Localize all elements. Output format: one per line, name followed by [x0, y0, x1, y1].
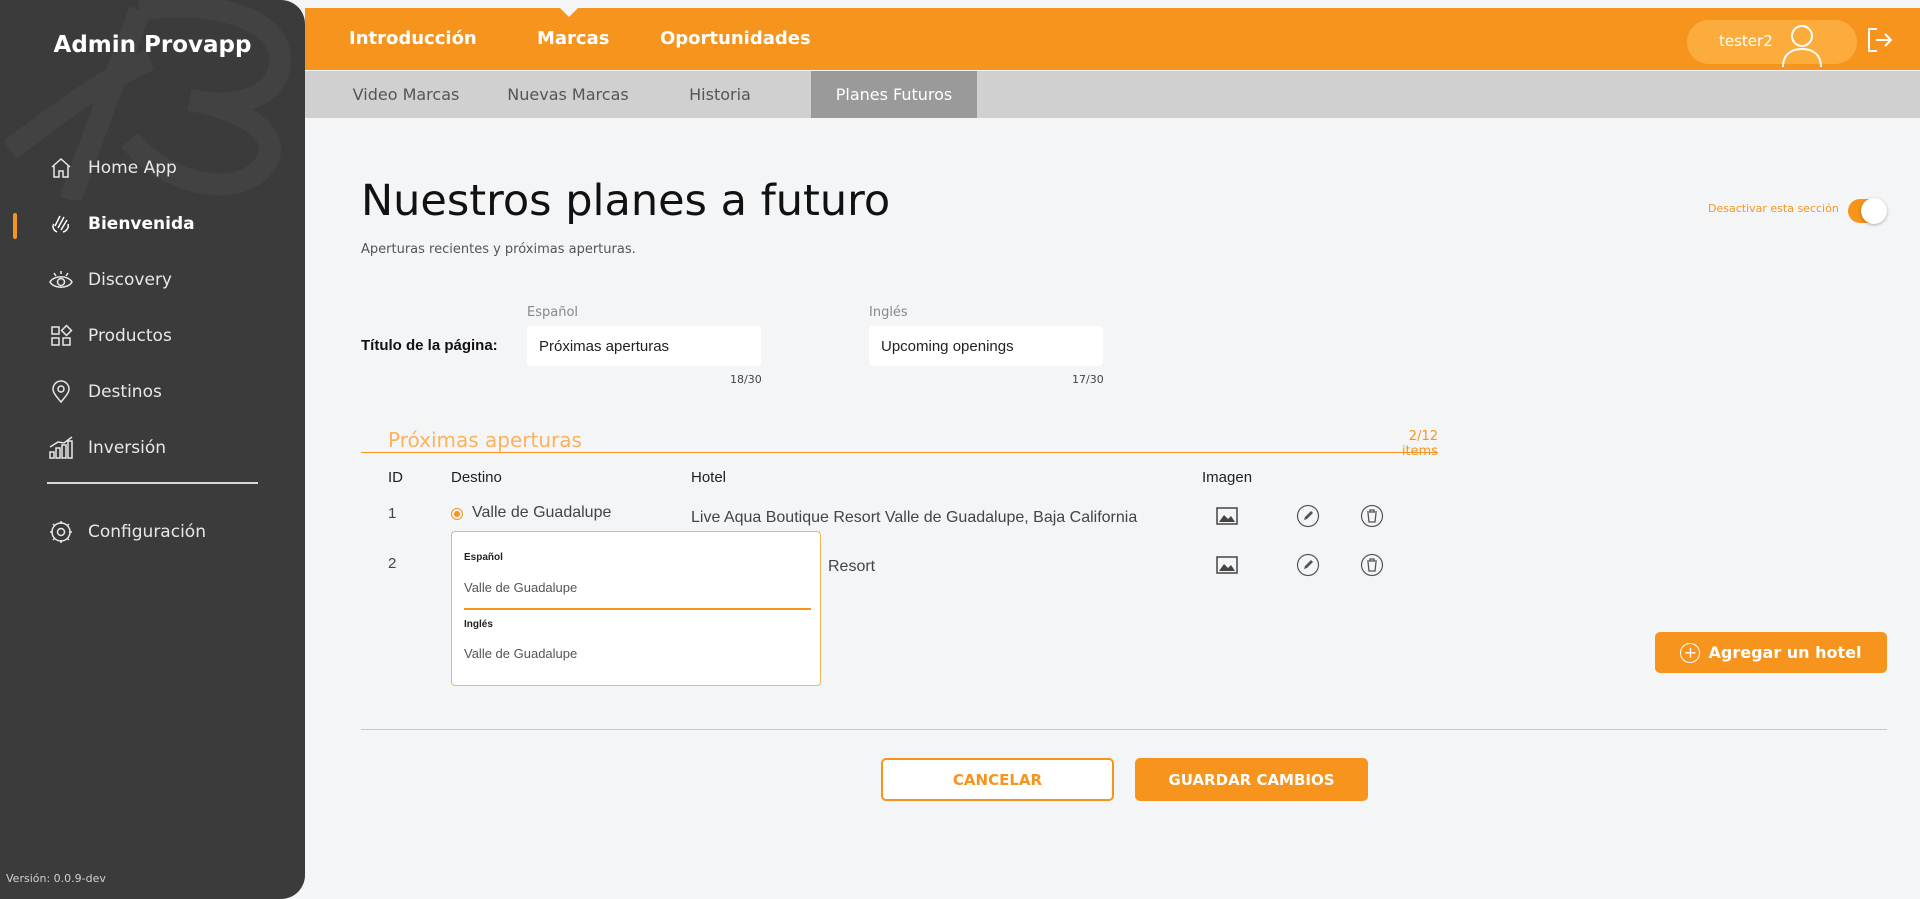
sidebar-item-destinos[interactable]: Destinos	[0, 364, 305, 420]
waving-hand-icon	[48, 211, 74, 237]
sidebar: Admin Provapp Home App Bienvenida Discov…	[0, 0, 305, 899]
home-icon	[48, 155, 74, 181]
logout-icon[interactable]	[1865, 26, 1893, 54]
popover-english-value[interactable]: Valle de Guadalupe	[464, 646, 577, 661]
spanish-char-counter: 18/30	[730, 373, 762, 386]
subtab-planes-futuros[interactable]: Planes Futuros	[811, 71, 977, 118]
spanish-label: Español	[527, 305, 579, 320]
section-divider	[361, 452, 1438, 453]
sidebar-item-label: Productos	[88, 326, 172, 346]
gear-icon	[48, 519, 74, 545]
sub-navbar: Video Marcas Nuevas Marcas Historia Plan…	[305, 71, 1920, 118]
delete-icon[interactable]	[1360, 553, 1384, 577]
row-hotel: Live Aqua Boutique Resort Valle de Guada…	[691, 509, 1138, 526]
cancel-button[interactable]: CANCELAR	[881, 758, 1114, 801]
row-destino[interactable]: Valle de Guadalupe	[472, 504, 611, 522]
delete-icon[interactable]	[1360, 504, 1384, 528]
row-hotel: Resort	[828, 558, 876, 575]
sidebar-item-bienvenida[interactable]: Bienvenida	[0, 196, 305, 252]
spanish-title-input[interactable]	[527, 326, 761, 366]
items-count: 2/12 items	[1401, 429, 1438, 459]
sidebar-item-label: Home App	[88, 158, 177, 178]
english-label: Inglés	[869, 305, 908, 320]
page-subtitle: Aperturas recientes y próximas aperturas…	[361, 242, 636, 257]
tab-introduccion[interactable]: Introducción	[349, 8, 477, 70]
bar-chart-icon	[48, 435, 74, 461]
destino-translation-popover: Español Valle de Guadalupe Inglés Valle …	[451, 531, 821, 686]
edit-icon[interactable]	[1296, 553, 1320, 577]
user-avatar-icon	[1782, 25, 1822, 67]
column-header-hotel: Hotel	[691, 469, 727, 486]
sidebar-divider	[47, 482, 258, 484]
footer-divider	[361, 729, 1887, 730]
subtab-historia[interactable]: Historia	[665, 71, 775, 118]
add-hotel-button[interactable]: + Agregar un hotel	[1655, 632, 1887, 673]
sidebar-item-label: Inversión	[88, 438, 167, 458]
sidebar-item-label: Bienvenida	[88, 214, 195, 234]
sidebar-item-configuracion[interactable]: Configuración	[0, 504, 305, 560]
subtab-video-marcas[interactable]: Video Marcas	[341, 71, 471, 118]
active-tab-caret	[560, 8, 578, 17]
section-toggle[interactable]	[1848, 198, 1887, 224]
destino-radio[interactable]	[451, 508, 463, 520]
sidebar-item-productos[interactable]: Productos	[0, 308, 305, 364]
popover-spanish-label: Español	[464, 552, 503, 563]
section-title: Próximas aperturas	[388, 428, 582, 452]
sidebar-item-home-app[interactable]: Home App	[0, 140, 305, 196]
popover-spanish-value[interactable]: Valle de Guadalupe	[464, 580, 577, 595]
save-button[interactable]: GUARDAR CAMBIOS	[1135, 758, 1368, 801]
plus-icon: +	[1680, 642, 1701, 663]
sidebar-item-inversion[interactable]: Inversión	[0, 420, 305, 476]
row-id: 2	[388, 555, 397, 572]
location-pin-icon	[48, 379, 74, 405]
column-header-imagen: Imagen	[1202, 469, 1253, 486]
grid-icon	[48, 323, 74, 349]
edit-icon[interactable]	[1296, 504, 1320, 528]
english-char-counter: 17/30	[1072, 373, 1104, 386]
toggle-knob	[1861, 198, 1887, 224]
column-header-destino: Destino	[451, 469, 502, 486]
app-version: Versión: 0.0.9-dev	[6, 872, 106, 885]
username: tester2	[1719, 32, 1773, 50]
sidebar-item-label: Configuración	[88, 522, 206, 542]
page-title-field-label: Título de la página:	[361, 337, 498, 354]
popover-divider	[464, 608, 811, 610]
sidebar-config: Configuración	[0, 504, 305, 560]
popover-english-label: Inglés	[464, 619, 493, 630]
english-title-input[interactable]	[869, 326, 1103, 366]
image-icon[interactable]	[1215, 553, 1239, 577]
subtab-nuevas-marcas[interactable]: Nuevas Marcas	[498, 71, 638, 118]
eye-icon	[48, 267, 74, 293]
column-header-id: ID	[388, 469, 403, 486]
sidebar-nav: Home App Bienvenida Discovery Productos …	[0, 140, 305, 476]
add-hotel-label: Agregar un hotel	[1708, 643, 1862, 662]
app-brand: Admin Provapp	[53, 32, 252, 58]
sidebar-item-discovery[interactable]: Discovery	[0, 252, 305, 308]
tab-marcas[interactable]: Marcas	[537, 8, 609, 70]
section-toggle-label: Desactivar esta sección	[1708, 202, 1839, 215]
sidebar-item-label: Destinos	[88, 382, 162, 402]
page-title: Nuestros planes a futuro	[361, 176, 891, 226]
tab-oportunidades[interactable]: Oportunidades	[660, 8, 811, 70]
row-id: 1	[388, 505, 397, 522]
image-icon[interactable]	[1215, 504, 1239, 528]
sidebar-item-label: Discovery	[88, 270, 172, 290]
user-menu[interactable]: tester2	[1687, 20, 1857, 67]
top-navbar: Introducción Marcas Oportunidades tester…	[305, 8, 1920, 70]
